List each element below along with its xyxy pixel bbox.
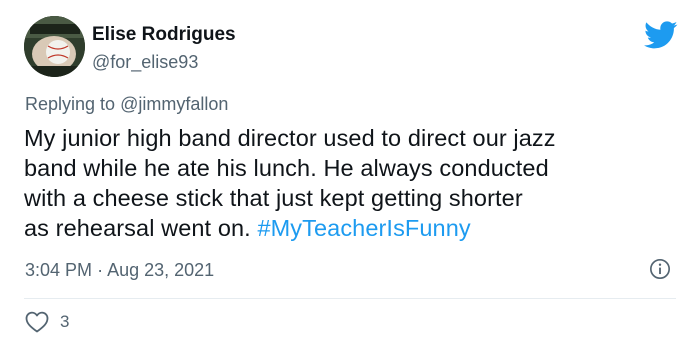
- tweet-time: 3:04 PM: [25, 260, 93, 280]
- tweet-timestamp[interactable]: 3:04 PM · Aug 23, 2021: [25, 259, 214, 281]
- like-count: 3: [60, 312, 70, 331]
- divider: [24, 298, 676, 299]
- tweet-date: Aug 23, 2021: [107, 260, 215, 280]
- reply-mention-link[interactable]: @jimmyfallon: [120, 94, 228, 114]
- heart-icon: [25, 311, 49, 333]
- info-icon[interactable]: [649, 258, 671, 280]
- tweet-text-line: My junior high band director used to dir…: [24, 125, 556, 151]
- hashtag-link[interactable]: #MyTeacherIsFunny: [257, 215, 470, 241]
- author-name[interactable]: Elise Rodrigues: [92, 24, 236, 46]
- meta-separator: ·: [97, 260, 104, 280]
- tweet-text-line: with a cheese stick that just kept getti…: [24, 185, 523, 211]
- twitter-bird-icon[interactable]: [644, 18, 678, 52]
- tweet-text-line-last: as rehearsal went on. #MyTeacherIsFunny: [24, 213, 684, 243]
- author-handle[interactable]: @for_elise93: [92, 51, 236, 73]
- tweet-card: Elise Rodrigues @for_elise93 Replying to…: [0, 0, 700, 349]
- replying-to: Replying to @jimmyfallon: [25, 93, 228, 115]
- tweet-text-line: band while he ate his lunch. He always c…: [24, 155, 549, 181]
- avatar[interactable]: [24, 16, 85, 77]
- tweet-text-line-content: as rehearsal went on.: [24, 215, 251, 241]
- like-button[interactable]: 3: [25, 311, 69, 333]
- replying-to-prefix: Replying to: [25, 94, 116, 114]
- avatar-image: [24, 16, 85, 77]
- tweet-text: My junior high band director used to dir…: [24, 123, 684, 243]
- author-block[interactable]: Elise Rodrigues @for_elise93: [92, 24, 236, 73]
